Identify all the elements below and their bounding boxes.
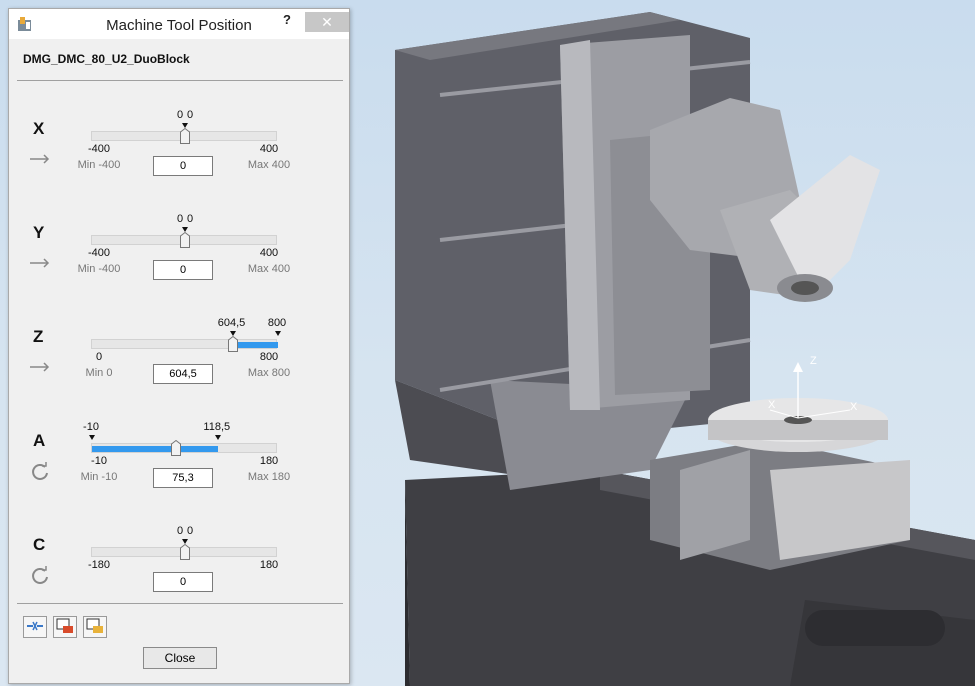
limit-high-value: 118,5 <box>203 421 231 433</box>
limit-marker-low <box>182 227 188 232</box>
min-label: Min -400 <box>77 159 121 171</box>
help-button[interactable]: ? <box>277 12 297 32</box>
limit-low-value: 0 <box>176 525 184 537</box>
limit-low-value: 0 <box>176 109 184 121</box>
machine-name: DMG_DMC_80_U2_DuoBlock <box>23 52 190 66</box>
axis-letter: Y <box>33 223 45 242</box>
slider-thumb[interactable] <box>227 336 238 352</box>
max-label: Max 180 <box>247 471 291 483</box>
axis-value-input[interactable] <box>153 156 213 176</box>
limit-high-value: 0 <box>186 213 194 225</box>
slider-range-fill <box>232 342 278 348</box>
reset-position-icon[interactable] <box>23 616 47 638</box>
axis-value-input[interactable] <box>153 468 213 488</box>
axis-letter: X <box>33 119 45 138</box>
machine-model[interactable]: Z X X <box>350 0 975 686</box>
max-label: Max 400 <box>247 159 291 171</box>
range-max-label: 800 <box>259 351 279 363</box>
rotate-icon <box>32 566 48 584</box>
range-min-label: -180 <box>87 559 111 571</box>
axis-row-c: C 0 0 -180 180 <box>9 525 349 625</box>
slider-thumb[interactable] <box>170 440 181 456</box>
arrow-right-icon <box>30 154 50 164</box>
close-button[interactable]: Close <box>143 647 217 669</box>
axis-letter: Z <box>33 327 44 346</box>
divider <box>17 80 343 81</box>
triad-x1-label: X <box>768 399 776 411</box>
arrow-right-icon <box>30 258 50 268</box>
export-settings-icon[interactable] <box>53 616 77 638</box>
axis-slider-track[interactable] <box>91 123 277 144</box>
range-min-label: -400 <box>87 143 111 155</box>
axis-value-input[interactable] <box>153 572 213 592</box>
divider <box>17 603 343 604</box>
limit-marker-low <box>229 331 236 336</box>
axis-value-input[interactable] <box>153 364 213 384</box>
axis-slider-track[interactable] <box>91 539 277 560</box>
range-min-label: -10 <box>91 455 107 467</box>
range-max-label: 180 <box>259 559 279 571</box>
min-label: Min -400 <box>77 263 121 275</box>
close-icon[interactable]: ✕ <box>305 12 349 32</box>
axis-row-x: X 0 0 -400 400 Min -400 Max 400 <box>9 109 349 209</box>
axis-slider-track[interactable] <box>89 435 277 456</box>
triad-x2-label: X <box>850 401 858 413</box>
limit-marker-high <box>214 435 221 440</box>
machine-tool-position-dialog: Machine Tool Position ? ✕ DMG_DMC_80_U2_… <box>8 8 350 684</box>
axis-slider-track[interactable] <box>91 331 281 352</box>
limit-low-value: 604,5 <box>217 317 246 329</box>
limit-low-value: 0 <box>176 213 184 225</box>
slider-thumb[interactable] <box>180 128 190 144</box>
dialog-title: Machine Tool Position <box>106 17 252 34</box>
limit-marker-low <box>182 539 188 544</box>
axis-slider-track[interactable] <box>91 227 277 248</box>
max-label: Max 800 <box>247 367 291 379</box>
limit-marker-high <box>275 331 281 336</box>
limit-low-value: -10 <box>83 421 99 433</box>
axis-row-a: A -10 118,5 -10 180 Min -10 Max 180 <box>9 421 349 521</box>
arrow-right-icon <box>30 362 50 372</box>
limit-marker-low <box>89 435 95 440</box>
title-bar: Machine Tool Position ? ✕ <box>9 9 349 39</box>
slider-thumb[interactable] <box>180 232 190 248</box>
triad-z-label: Z <box>810 355 817 367</box>
range-max-label: 400 <box>259 247 279 259</box>
range-max-label: 180 <box>259 455 279 467</box>
axis-row-y: Y 0 0 -400 400 Min -400 Max 400 <box>9 213 349 313</box>
range-max-label: 400 <box>259 143 279 155</box>
axis-letter: C <box>33 535 46 554</box>
limit-high-value: 0 <box>186 109 194 121</box>
import-settings-icon[interactable] <box>83 616 107 638</box>
limit-high-value: 0 <box>186 525 194 537</box>
range-min-label: -400 <box>87 247 111 259</box>
axis-letter: A <box>33 431 46 450</box>
slider-range-fill <box>92 446 218 452</box>
axis-row-z: Z 604,5 800 0 800 Min 0 Max 800 <box>9 317 349 417</box>
rotate-icon <box>32 462 48 480</box>
max-label: Max 400 <box>247 263 291 275</box>
range-min-label: 0 <box>95 351 103 363</box>
min-label: Min -10 <box>80 471 118 483</box>
slider-thumb[interactable] <box>180 544 190 560</box>
limit-marker-low <box>182 123 188 128</box>
min-label: Min 0 <box>85 367 113 379</box>
limit-high-value: 800 <box>267 317 287 329</box>
axis-value-input[interactable] <box>153 260 213 280</box>
